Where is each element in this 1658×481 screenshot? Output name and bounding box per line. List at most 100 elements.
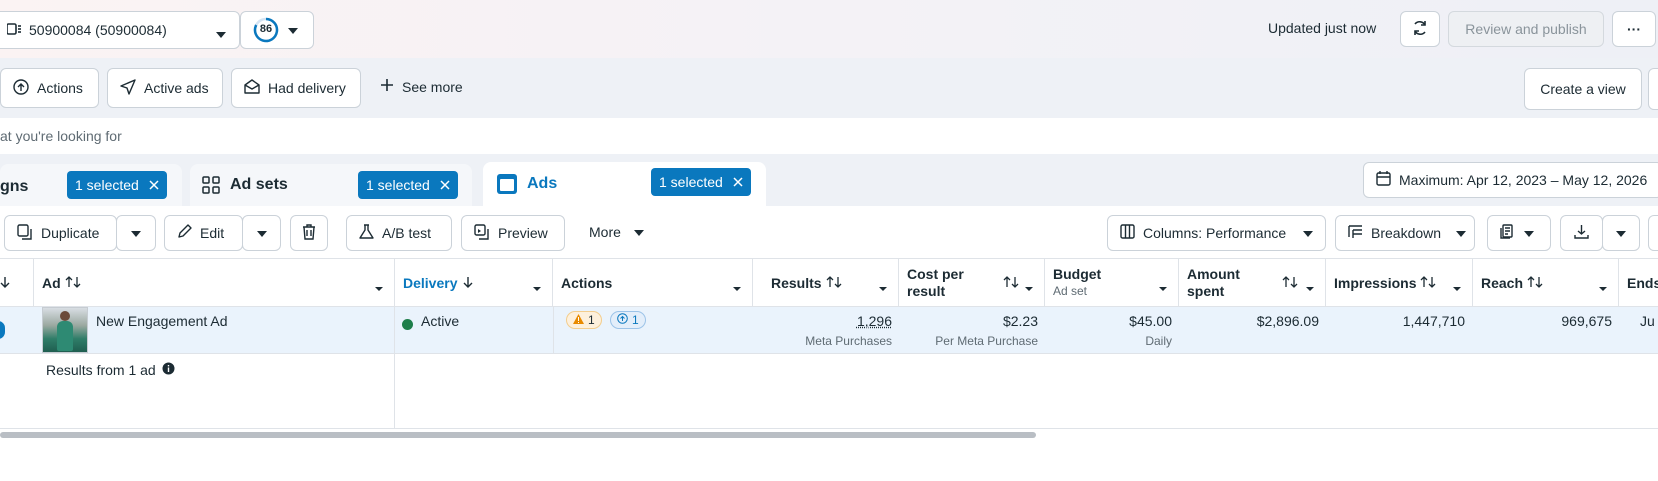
filter-had-delivery-button[interactable]: Had delivery xyxy=(231,68,361,108)
ads-icon xyxy=(497,174,517,197)
close-icon[interactable] xyxy=(440,177,450,193)
search-input[interactable]: at you're looking for xyxy=(0,118,1658,154)
chevron-down-icon[interactable] xyxy=(1158,279,1168,295)
reports-button[interactable] xyxy=(1487,215,1551,251)
chip-label: 1 selected xyxy=(659,174,723,190)
search-placeholder: at you're looking for xyxy=(0,128,122,144)
refresh-button[interactable] xyxy=(1400,11,1440,47)
row-select-indicator[interactable] xyxy=(0,321,5,339)
export-dropdown[interactable] xyxy=(1602,215,1640,251)
column-header-results[interactable]: Results xyxy=(753,259,899,306)
warning-count: 1 xyxy=(588,313,595,327)
chevron-down-icon[interactable] xyxy=(1452,279,1462,295)
ab-test-label: A/B test xyxy=(382,225,431,241)
chevron-down-icon[interactable] xyxy=(532,279,542,295)
more-options-button[interactable]: ··· xyxy=(1612,11,1656,47)
table-row[interactable]: New Engagement Ad Active 1 1 1,296 Meta … xyxy=(0,307,1658,354)
date-range-picker[interactable]: Maximum: Apr 12, 2023 – May 12, 2026 xyxy=(1363,162,1658,198)
column-header-cost-label-1: Cost per xyxy=(907,266,964,282)
ads-selected-chip[interactable]: 1 selected xyxy=(651,168,751,196)
info-icon[interactable] xyxy=(162,362,175,378)
sort-icon xyxy=(1420,275,1436,291)
reach-value: 969,675 xyxy=(1473,313,1612,329)
preview-icon xyxy=(474,224,490,243)
edit-dropdown[interactable] xyxy=(242,215,281,251)
columns-button[interactable]: Columns: Performance xyxy=(1107,215,1326,251)
more-options-label: ··· xyxy=(1627,21,1641,37)
chevron-down-icon[interactable] xyxy=(732,279,742,295)
column-header-actions[interactable]: Actions xyxy=(553,259,753,306)
column-header-ends[interactable]: Ends xyxy=(1619,259,1658,306)
status-active-dot xyxy=(402,319,413,330)
filter-actions-label: Actions xyxy=(37,80,83,96)
filter-active-ads-button[interactable]: Active ads xyxy=(107,68,223,108)
breakdown-button[interactable]: Breakdown xyxy=(1335,215,1475,251)
duplicate-dropdown[interactable] xyxy=(116,215,156,251)
column-header-ad[interactable]: Ad xyxy=(34,259,395,306)
warning-icon xyxy=(573,313,584,327)
column-header-delivery-label: Delivery xyxy=(403,275,457,291)
edit-button[interactable]: Edit xyxy=(164,215,243,251)
results-value[interactable]: 1,296 xyxy=(753,313,892,329)
ab-test-button[interactable]: A/B test xyxy=(346,215,452,251)
column-header-budget[interactable]: Budget Ad set xyxy=(1045,259,1179,306)
delete-button[interactable] xyxy=(290,215,328,251)
warning-badge[interactable]: 1 xyxy=(566,311,602,329)
budget-value[interactable]: $45.00 xyxy=(1045,313,1172,329)
column-header-cost-per-result[interactable]: Cost per result xyxy=(899,259,1045,306)
column-header-impressions[interactable]: Impressions xyxy=(1326,259,1473,306)
export-button[interactable] xyxy=(1560,215,1603,251)
column-header-amount-spent[interactable]: Amount spent xyxy=(1179,259,1326,306)
filter-actions-button[interactable]: Actions xyxy=(0,68,99,108)
cost-per-result-sub: Per Meta Purchase xyxy=(899,334,1038,348)
review-publish-button[interactable]: Review and publish xyxy=(1448,11,1604,47)
sort-icon xyxy=(826,275,842,291)
close-icon[interactable] xyxy=(149,177,159,193)
column-header-ad-label: Ad xyxy=(42,275,61,291)
create-view-button[interactable]: Create a view xyxy=(1524,68,1642,110)
more-actions-button[interactable]: More xyxy=(589,224,645,240)
campaigns-selected-chip[interactable]: 1 selected xyxy=(67,171,167,199)
column-header-delivery[interactable]: Delivery xyxy=(395,259,553,306)
see-more-button[interactable]: See more xyxy=(380,78,463,95)
chevron-down-icon[interactable] xyxy=(1024,279,1034,296)
column-header-select[interactable] xyxy=(0,259,34,306)
extra-toolbar-button[interactable] xyxy=(1648,215,1658,251)
tab-ads[interactable]: Ads 1 selected xyxy=(483,162,766,208)
extra-view-button[interactable] xyxy=(1648,68,1658,110)
tab-campaigns[interactable]: gns 1 selected xyxy=(0,164,182,206)
duplicate-label: Duplicate xyxy=(41,225,99,241)
preview-button[interactable]: Preview xyxy=(461,215,565,251)
columns-label: Columns: Performance xyxy=(1143,225,1286,241)
budget-sub: Daily xyxy=(1045,334,1172,348)
chevron-down-icon[interactable] xyxy=(1305,279,1315,296)
refresh-icon xyxy=(1412,20,1428,39)
adsets-selected-chip[interactable]: 1 selected xyxy=(358,171,458,199)
column-header-actions-label: Actions xyxy=(561,275,612,291)
sort-icon xyxy=(65,275,81,291)
column-header-reach[interactable]: Reach xyxy=(1473,259,1619,306)
column-header-impressions-label: Impressions xyxy=(1334,275,1416,291)
chevron-down-icon xyxy=(1615,225,1627,241)
chevron-down-icon[interactable] xyxy=(1598,279,1608,295)
reports-icon xyxy=(1500,224,1515,242)
chevron-down-icon[interactable] xyxy=(374,279,384,295)
column-divider xyxy=(394,307,395,354)
chevron-down-icon[interactable] xyxy=(878,279,888,295)
account-selector[interactable]: 50900084 (50900084) xyxy=(0,11,240,49)
chip-label: 1 selected xyxy=(366,177,430,193)
breakdown-label: Breakdown xyxy=(1371,225,1441,241)
grid-icon xyxy=(202,176,220,197)
tab-ad-sets[interactable]: Ad sets 1 selected xyxy=(190,164,472,206)
close-icon[interactable] xyxy=(733,174,743,190)
action-badge[interactable]: 1 xyxy=(610,311,646,329)
table-bottom-border xyxy=(0,428,1658,429)
chevron-down-icon xyxy=(633,224,645,240)
envelope-open-icon xyxy=(244,79,260,98)
duplicate-button[interactable]: Duplicate xyxy=(4,215,117,251)
score-selector[interactable]: 86 xyxy=(240,11,314,49)
ad-name-link[interactable]: New Engagement Ad xyxy=(96,313,228,329)
horizontal-scrollbar-thumb[interactable] xyxy=(0,432,1036,438)
column-header-amount-label-1: Amount xyxy=(1187,266,1240,282)
preview-label: Preview xyxy=(498,225,548,241)
